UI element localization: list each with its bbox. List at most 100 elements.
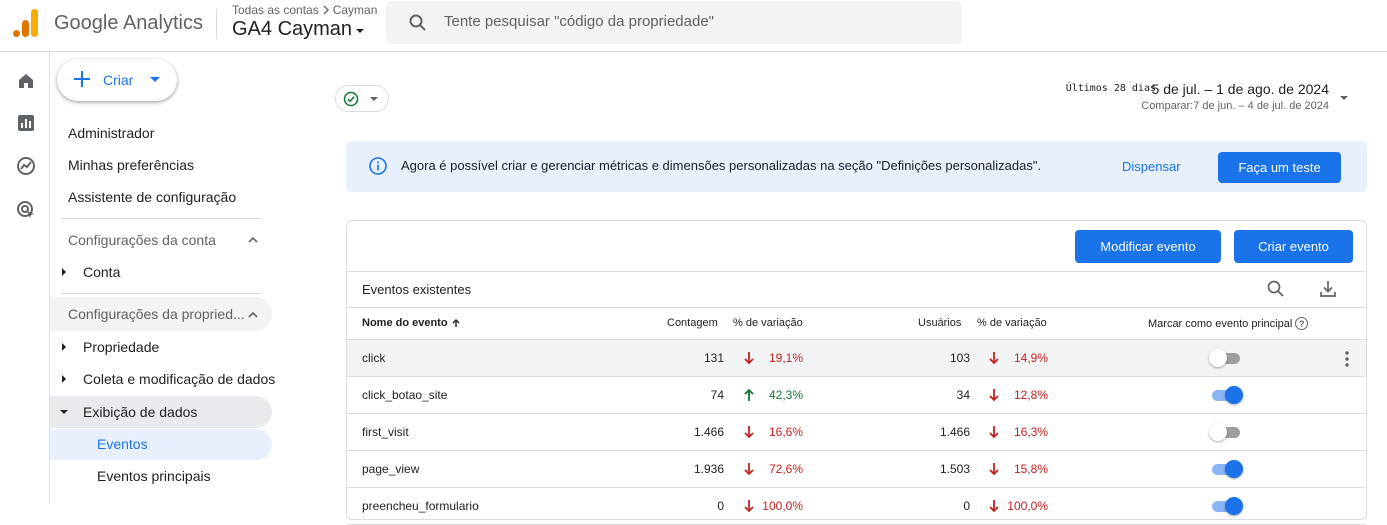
column-header-label: Marcar como evento principal [1148,317,1293,330]
nav-events-row[interactable] [50,429,272,460]
breadcrumb-parent[interactable]: Todas as contas [232,3,319,17]
create-button[interactable]: Criar [57,59,177,101]
table-row[interactable]: page_view 1.936 72,6% 1.503 15,8% [347,451,1366,488]
card-title: Eventos existentes [362,282,472,297]
info-icon [369,157,387,175]
search-icon[interactable] [1266,279,1286,299]
caret-down-icon[interactable] [1340,96,1348,100]
reports-icon[interactable] [15,112,37,134]
event-users-change: 100,0% [1007,499,1048,513]
divider [216,9,217,39]
arrow-down-icon [744,463,754,476]
more-vert-icon[interactable] [1344,350,1350,368]
arrow-down-icon [744,426,754,439]
nav-divider [61,218,261,219]
nav-account-settings[interactable]: Configurações da conta [68,232,216,248]
event-count-change: 19,1% [768,351,803,365]
arrow-up-icon [744,388,754,401]
event-name: preencheu_formulario [362,499,479,513]
nav-property-settings[interactable]: Configurações da propried... [68,306,245,322]
table-row[interactable]: first_visit 1.466 16,6% 1.466 16,3% [347,414,1366,451]
nav-admin[interactable]: Administrador [68,125,154,141]
event-count-change: 16,6% [768,425,803,439]
nav-data-display[interactable]: Exibição de dados [83,404,197,420]
nav-account[interactable]: Conta [83,264,120,280]
key-event-toggle[interactable] [1209,460,1243,478]
help-icon[interactable]: ? [1295,317,1309,330]
download-icon[interactable] [1318,279,1338,299]
arrow-down-icon [989,426,999,439]
home-icon[interactable] [15,70,37,92]
divider [347,307,1366,308]
nav-data-collection[interactable]: Coleta e modificação de dados [83,371,275,387]
event-users: 1.503 [939,462,970,476]
column-header-count-change[interactable]: % de variação [733,317,803,329]
column-header-label: Nome do evento [362,317,448,329]
toggle-knob [1209,423,1227,441]
analytics-logo-icon[interactable] [13,9,39,37]
column-header-name[interactable]: Nome do evento [362,317,461,329]
expand-arrow-icon[interactable] [62,268,66,276]
column-header-count[interactable]: Contagem [667,317,718,329]
property-selector[interactable]: GA4 Cayman [232,18,365,41]
search-icon [409,14,426,31]
product-name[interactable]: Google Analytics [54,12,203,35]
nav-events[interactable]: Eventos [97,436,148,452]
nav-preferences[interactable]: Minhas preferências [68,157,194,173]
date-preset[interactable]: Últimos 28 dias [1066,83,1156,94]
caret-down-icon [370,97,378,101]
event-name: page_view [362,462,420,476]
date-compare[interactable]: Comparar:7 de jun. – 4 de jul. de 2024 [1141,100,1329,112]
breadcrumb-child[interactable]: Cayman [333,3,378,17]
expand-arrow-icon[interactable] [62,343,66,351]
date-range[interactable]: 5 de jul. – 1 de ago. de 2024 [1152,81,1329,97]
modify-event-button[interactable]: Modificar evento [1075,230,1221,263]
search-input[interactable] [444,13,944,30]
column-header-users[interactable]: Usuários [918,317,961,329]
create-event-button[interactable]: Criar evento [1234,230,1353,263]
check-circle-icon [343,91,359,107]
chevron-up-icon[interactable] [247,234,259,246]
breadcrumb[interactable]: Todas as contas Cayman [232,3,377,17]
event-count: 74 [710,388,724,402]
collapse-arrow-icon[interactable] [60,410,68,414]
arrow-down-icon [989,389,999,402]
event-users: 103 [949,351,970,365]
chevron-up-icon[interactable] [247,309,259,321]
table-row[interactable]: click_botao_site 74 42,3% 34 12,8% [347,377,1366,414]
column-header-users-change[interactable]: % de variação [977,317,1047,329]
table-row[interactable]: preencheu_formulario 0 100,0% 0 100,0% [347,488,1366,525]
status-filter-chip[interactable] [335,85,389,112]
key-event-toggle[interactable] [1209,386,1243,404]
dismiss-button[interactable]: Dispensar [1122,159,1181,174]
nav-property[interactable]: Propriedade [83,339,159,355]
nav-setup-assistant[interactable]: Assistente de configuração [68,189,236,205]
sort-arrow-up-icon [452,319,460,327]
event-name: click_botao_site [362,388,448,402]
event-count-change: 42,3% [768,388,803,402]
key-event-toggle[interactable] [1209,423,1243,441]
table-row[interactable]: click 131 19,1% 103 14,9% [347,340,1366,377]
toggle-knob [1225,386,1243,404]
event-count-change: 100,0% [762,499,803,513]
column-header-key-event: Marcar como evento principal ? [1148,317,1309,330]
divider [347,271,1366,272]
event-count: 1.936 [693,462,724,476]
event-users-change: 16,3% [1013,425,1048,439]
event-users-change: 12,8% [1013,388,1048,402]
event-users: 34 [956,388,970,402]
event-count: 131 [703,351,724,365]
advertising-icon[interactable] [15,199,37,221]
arrow-down-icon [989,352,999,365]
key-event-toggle[interactable] [1209,349,1243,367]
search-box[interactable] [386,1,962,44]
try-it-button[interactable]: Faça um teste [1218,152,1341,183]
nav-key-events[interactable]: Eventos principais [97,468,211,484]
toggle-knob [1225,460,1243,478]
explore-icon[interactable] [15,155,37,177]
key-event-toggle[interactable] [1209,497,1243,515]
plus-icon [74,71,90,87]
left-rail [0,52,50,504]
expand-arrow-icon[interactable] [62,375,66,383]
events-card: Modificar evento Criar evento Eventos ex… [346,220,1367,525]
